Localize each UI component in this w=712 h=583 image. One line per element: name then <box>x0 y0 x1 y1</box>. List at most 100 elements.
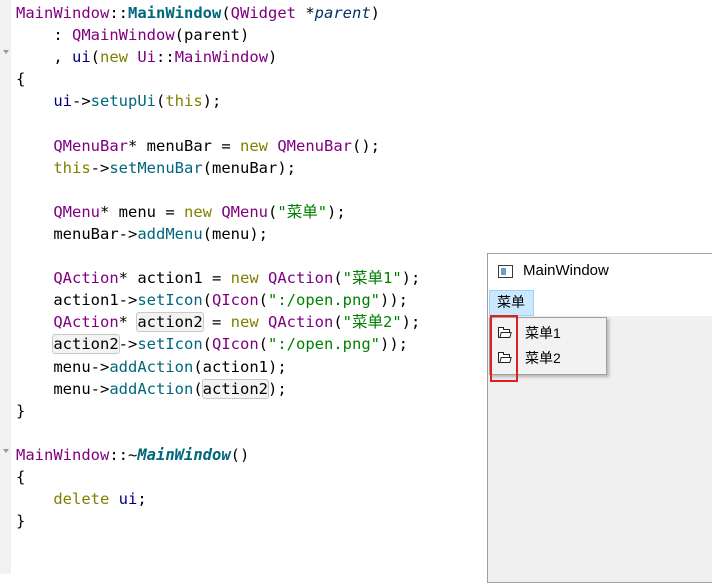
code-token: ) <box>268 48 278 67</box>
code-token: setIcon <box>137 335 203 354</box>
code-line[interactable]: ui->setupUi(this); <box>16 90 712 112</box>
code-token: () <box>230 445 250 464</box>
menubar: 菜单 <box>488 290 712 316</box>
editor-gutter <box>0 0 11 574</box>
code-token: setIcon <box>137 291 203 310</box>
code-token: this <box>53 158 91 177</box>
code-token: new <box>239 136 268 155</box>
code-token: ); <box>202 92 222 111</box>
code-token: ); <box>327 202 346 221</box>
fold-marker-icon[interactable] <box>3 50 9 54</box>
code-token: ui <box>72 48 91 67</box>
code-line[interactable] <box>16 112 712 134</box>
code-token: addAction <box>109 379 194 398</box>
code-token: addAction <box>109 357 194 376</box>
code-token: ( <box>193 379 203 398</box>
code-token: :: <box>109 4 128 22</box>
code-token: = <box>202 269 231 288</box>
code-token: MainWindow <box>128 4 222 22</box>
code-line[interactable] <box>16 179 712 201</box>
code-token: * <box>118 313 138 332</box>
code-token: ); <box>401 269 421 288</box>
code-token: = <box>202 313 231 332</box>
code-line[interactable]: , ui(new Ui::MainWindow) <box>16 46 712 68</box>
code-line[interactable]: : QMainWindow(parent) <box>16 24 712 46</box>
code-token: parent <box>184 26 240 45</box>
code-token: ; <box>137 490 147 509</box>
window-title: MainWindow <box>523 262 609 279</box>
code-token: menuBar <box>212 158 278 177</box>
code-token: { <box>16 70 26 89</box>
code-line[interactable]: QMenu* menu = new QMenu("菜单"); <box>16 201 712 223</box>
code-token: Ui <box>137 48 157 67</box>
code-line[interactable]: { <box>16 68 712 90</box>
code-token: ); <box>268 379 287 398</box>
code-token: QAction <box>53 269 119 288</box>
code-token: -> <box>118 335 138 354</box>
code-token: action1 <box>137 269 203 288</box>
code-token: QWidget <box>230 4 296 22</box>
code-token: * <box>127 136 147 155</box>
code-token: new <box>184 202 212 221</box>
code-token: action1 <box>202 357 268 376</box>
code-token: -> <box>90 158 110 177</box>
code-token: ( <box>193 357 203 376</box>
code-line[interactable]: menuBar->addMenu(menu); <box>16 223 712 245</box>
code-token: ( <box>174 26 184 45</box>
code-line[interactable]: MainWindow::MainWindow(QWidget *parent) <box>16 2 712 24</box>
code-token: QIcon <box>212 291 259 310</box>
code-token: ( <box>202 291 212 310</box>
code-token: QMenu <box>221 202 269 221</box>
code-line[interactable]: this->setMenuBar(menuBar); <box>16 157 712 179</box>
code-token: "菜单1" <box>342 269 402 288</box>
code-token: new <box>230 313 259 332</box>
code-token: action1 <box>53 291 119 310</box>
code-token: MainWindow <box>174 48 269 67</box>
code-token: * <box>100 202 119 221</box>
code-token: this <box>165 92 203 111</box>
code-token: -> <box>72 92 91 111</box>
code-token: QMenuBar <box>277 136 352 155</box>
code-token: MainWindow <box>16 445 110 464</box>
code-token: ); <box>268 357 287 376</box>
code-token: "菜单2" <box>342 313 402 332</box>
code-token: ); <box>277 158 296 177</box>
code-token: delete <box>53 490 110 509</box>
code-token: QIcon <box>212 335 259 354</box>
code-token: ) <box>240 26 250 45</box>
annotation-highlight-box <box>490 315 518 382</box>
qt-main-window: MainWindow 菜单 <box>487 253 712 583</box>
code-token: ( <box>258 335 269 354</box>
code-token: ( <box>202 158 212 177</box>
code-token: ":/open.png" <box>268 335 380 354</box>
code-token: * <box>118 269 138 288</box>
fold-marker-icon[interactable] <box>3 449 9 453</box>
menu-caidan[interactable]: 菜单 <box>489 290 534 316</box>
code-token: ":/open.png" <box>268 291 380 310</box>
code-token: ( <box>333 313 343 332</box>
window-titlebar: MainWindow <box>488 254 712 290</box>
code-line[interactable]: QMenuBar* menuBar = new QMenuBar(); <box>16 135 712 157</box>
code-token: QMenu <box>53 202 100 221</box>
code-token: ui <box>118 490 138 509</box>
code-token: setupUi <box>90 92 156 111</box>
code-token: MainWindow <box>137 445 231 464</box>
code-token: menu <box>53 357 91 376</box>
code-token: ( <box>90 48 101 67</box>
